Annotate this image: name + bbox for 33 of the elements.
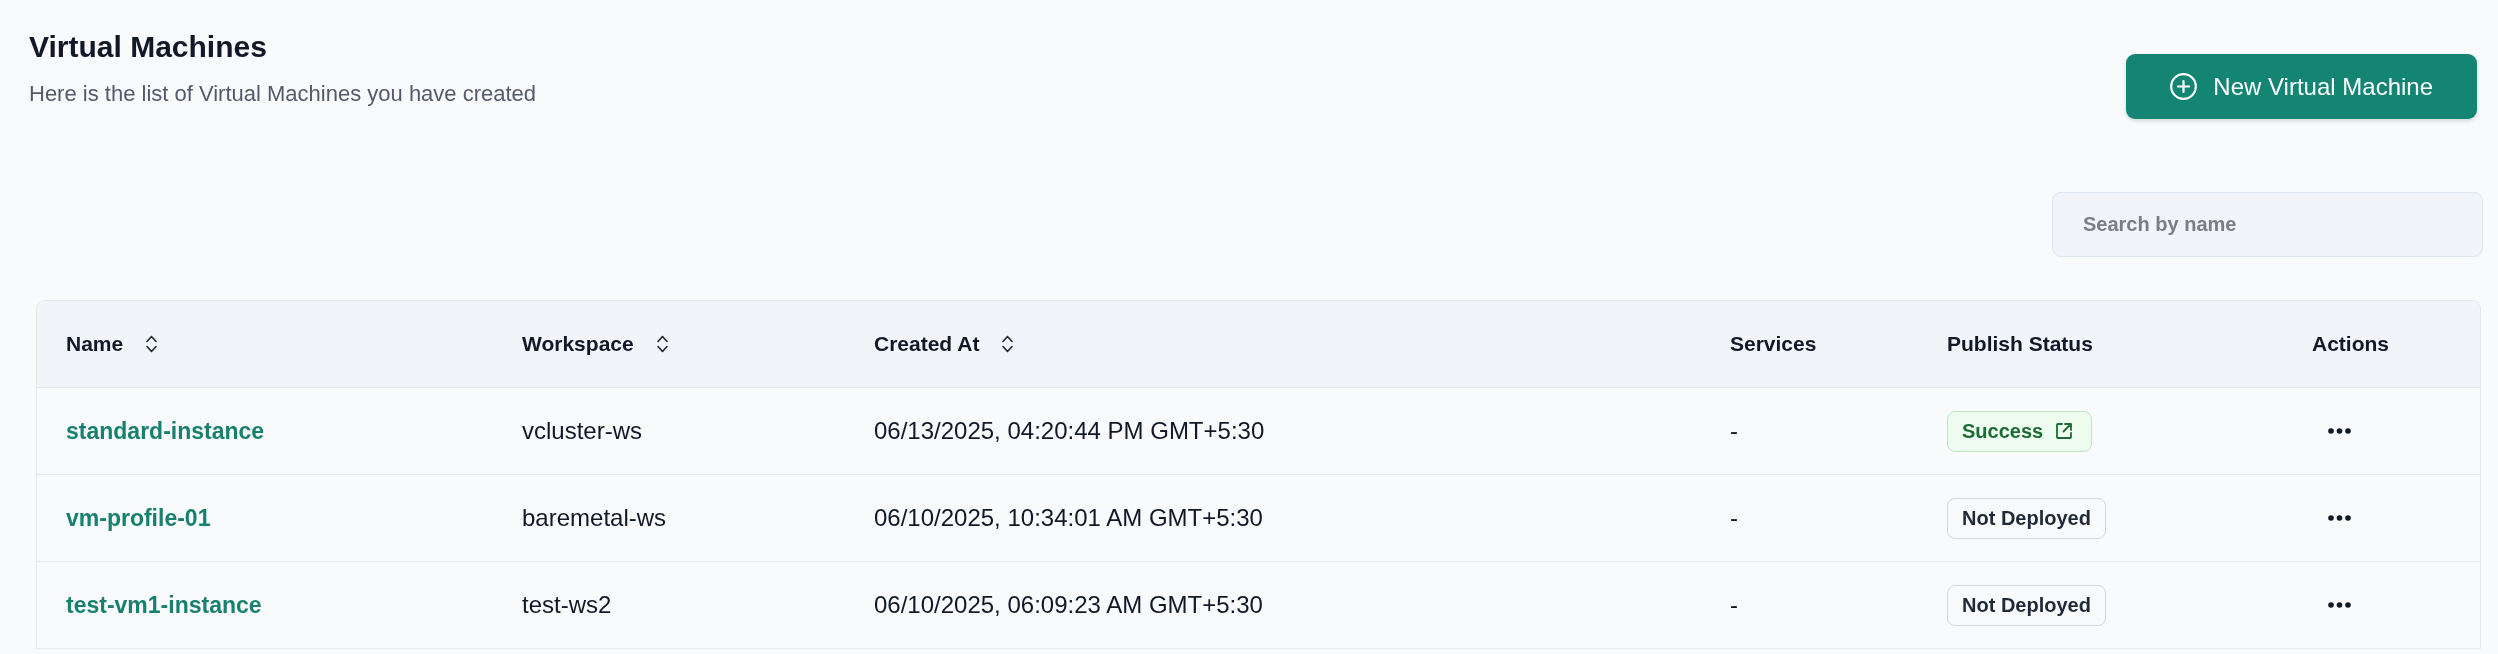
table-cell: - — [1730, 504, 1738, 532]
page-subtitle: Here is the list of Virtual Machines you have created — [29, 80, 537, 108]
sort-icon[interactable] — [1001, 334, 1015, 354]
table-cell: test-ws2 — [522, 591, 612, 619]
column-header: Services — [1730, 332, 1817, 356]
plus-circle-icon — [2170, 73, 2198, 100]
column-header: Actions — [2312, 332, 2389, 356]
status-link[interactable]: Success — [1947, 410, 2093, 452]
status-badge: Not Deployed — [1947, 497, 2106, 539]
search-field[interactable]: Search by name — [2052, 192, 2483, 257]
table-cell: 06/10/2025, 06:09:23 AM GMT+5:30 — [874, 591, 1263, 619]
table-cell: 06/13/2025, 04:20:44 PM GMT+5:30 — [874, 417, 1265, 445]
vm-name-link[interactable]: standard-instance — [66, 417, 265, 445]
external-link-icon — [2055, 422, 2074, 440]
column-header[interactable]: Created At — [874, 332, 980, 356]
more-options-icon[interactable] — [2328, 515, 2351, 521]
table-cell: vcluster-ws — [522, 417, 642, 445]
more-options-icon[interactable] — [2328, 602, 2351, 608]
sort-icon[interactable] — [655, 334, 669, 354]
column-header[interactable]: Name — [66, 332, 124, 356]
status-badge: Not Deployed — [1947, 584, 2106, 626]
more-options-icon[interactable] — [2328, 428, 2351, 434]
vm-name-link[interactable]: test-vm1-instance — [66, 591, 262, 619]
new-virtual-machine-button[interactable]: New Virtual Machine — [2126, 54, 2477, 119]
table-cell: - — [1730, 591, 1738, 619]
table-cell: - — [1730, 417, 1738, 445]
table-cell: 06/10/2025, 10:34:01 AM GMT+5:30 — [874, 504, 1263, 532]
column-header: Publish Status — [1947, 332, 2093, 356]
table-cell: baremetal-ws — [522, 504, 667, 532]
page-title: Virtual Machines — [29, 29, 268, 65]
sort-icon[interactable] — [145, 334, 159, 354]
vm-name-link[interactable]: vm-profile-01 — [66, 504, 211, 532]
column-header[interactable]: Workspace — [522, 332, 634, 356]
